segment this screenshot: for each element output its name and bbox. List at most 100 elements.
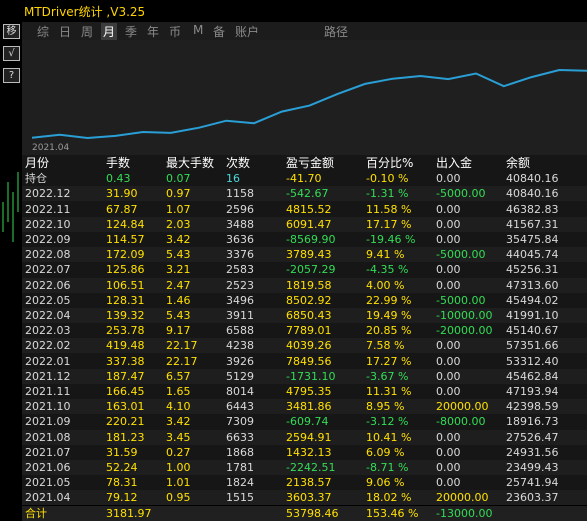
cell-col2: 5.43 (166, 248, 191, 262)
cell-col6: -5000.00 (436, 187, 486, 201)
cell-col2: 22.17 (166, 354, 198, 368)
cell-col4: 1819.58 (286, 278, 332, 292)
monthly-stats-table: 月份 手数 最大手数 次数 盈亏金额 百分比% 出入金 余额 持仓 0.43 0.07 16 -41.7… (22, 155, 587, 521)
cell-col5: 4.00 % (366, 278, 405, 292)
tab-m[interactable]: M (193, 23, 203, 37)
cell-col5: -4.35 % (366, 263, 409, 277)
cell-col2: 6.57 (166, 369, 191, 383)
cell-col5: 7.58 % (366, 339, 405, 353)
cell-col0: 2022.07 (25, 263, 71, 277)
cell-col5: -0.10 % (366, 172, 409, 186)
tab-year[interactable]: 年 (147, 23, 159, 40)
cell-col3: 5129 (226, 369, 254, 383)
cell-col2: 3.21 (166, 263, 191, 277)
tab-quarter[interactable]: 季 (125, 23, 137, 40)
cell-col1: 114.57 (106, 233, 145, 246)
check-button[interactable]: √ (3, 46, 20, 61)
cell-col1: 187.47 (106, 369, 145, 383)
cell-col7: 35475.84 (506, 233, 559, 246)
cell-col1: 手数 (106, 156, 131, 170)
cell-col7: 45256.31 (506, 263, 559, 277)
left-toolbar: 移 √ ? (0, 22, 22, 499)
cell-col6: 0.00 (436, 217, 461, 231)
cell-col3: 2523 (226, 278, 254, 292)
cell-col1: 31.90 (106, 187, 138, 201)
cell-col5: 11.58 % (366, 202, 412, 216)
period-tabs: 综 日 周 月 季 年 币 M 备 账户 路径 (22, 22, 587, 40)
cell-col1: 128.31 (106, 293, 145, 307)
cell-col0: 2022.09 (25, 233, 71, 246)
help-button[interactable]: ? (3, 68, 20, 83)
cell-col7: 40840.16 (506, 172, 559, 186)
cell-col1: 3181.97 (106, 506, 152, 520)
table-row: 2022.06 106.51 2.47 2523 1819.58 4.00 % 0.00 47… (22, 277, 587, 293)
cell-col4: 8502.92 (286, 293, 332, 307)
table-row: 2021.04 79.12 0.95 1515 3603.37 18.02 % 20000.… (22, 490, 587, 506)
cell-col4: 3481.86 (286, 400, 332, 414)
cell-col6: 0.00 (436, 278, 461, 292)
cell-col1: 163.01 (106, 400, 145, 414)
cell-col3: 16 (226, 172, 240, 186)
cell-col2: 1.07 (166, 202, 191, 216)
cell-col5: 百分比% (366, 156, 414, 170)
cell-col7: 27526.47 (506, 430, 559, 444)
cell-col6: 0.00 (436, 263, 461, 277)
cell-col3: 3376 (226, 248, 254, 262)
cell-col7: 45462.84 (506, 369, 559, 383)
total-row: 合计 3181.97 53798.46 153.46 % -13000.00 (22, 505, 587, 521)
table-row: 2021.08 181.23 3.45 6633 2594.91 10.41 % 0.00 2… (22, 429, 587, 445)
cell-col4: -1731.10 (286, 369, 336, 383)
cell-col0: 2021.08 (25, 430, 71, 444)
window-title: MTDriver统计 ,V3.25 (24, 5, 146, 19)
cell-col1: 337.38 (106, 354, 145, 368)
table-row: 2021.06 52.24 1.00 1781 -2242.51 -8.71 % 0.00 2… (22, 460, 587, 475)
tab-notes[interactable]: 备 (213, 23, 225, 40)
cell-col5: -19.46 % (366, 233, 416, 246)
title-bar: MTDriver统计 ,V3.25 (0, 0, 587, 22)
cell-col1: 172.09 (106, 248, 145, 262)
tab-path[interactable]: 路径 (324, 23, 348, 40)
balance-chart: 2021.04 (22, 40, 587, 155)
cell-col0: 2021.12 (25, 369, 71, 383)
tab-week[interactable]: 周 (81, 23, 93, 40)
table-row: 2022.05 128.31 1.46 3496 8502.92 22.99 % -5000… (22, 293, 587, 308)
cell-col4: 2138.57 (286, 476, 332, 490)
cell-col1: 419.48 (106, 339, 145, 353)
cell-col5: 10.41 % (366, 430, 412, 444)
cell-col4: -8569.90 (286, 233, 336, 246)
tab-day[interactable]: 日 (59, 23, 71, 40)
cell-col4: -41.70 (286, 172, 322, 186)
cell-col3: 3496 (226, 293, 254, 307)
cell-col0: 2021.11 (25, 385, 71, 398)
cell-col3: 4238 (226, 339, 254, 353)
cell-col4: 7849.56 (286, 354, 332, 368)
cell-col6: 0.00 (436, 233, 461, 246)
move-button[interactable]: 移 (3, 24, 20, 39)
cell-col3: 6443 (226, 400, 254, 414)
tab-month[interactable]: 月 (101, 23, 118, 40)
cell-col1: 31.59 (106, 445, 138, 459)
table-row: 2022.11 67.87 1.07 2596 4815.52 11.58 % 0.00 46… (22, 202, 587, 217)
cell-col3: 1824 (226, 476, 254, 490)
cell-col2: 2.47 (166, 278, 191, 292)
cell-col0: 2021.10 (25, 400, 71, 414)
cell-col2: 0.95 (166, 491, 191, 505)
table-row: 2022.08 172.09 5.43 3376 3789.43 9.41 % -5000.… (22, 247, 587, 263)
tab-account[interactable]: 账户 (235, 23, 259, 40)
cell-col4: 6850.43 (286, 309, 332, 322)
cell-col0: 2022.05 (25, 293, 71, 307)
cell-col7: 45494.02 (506, 293, 559, 307)
cell-col2: 0.27 (166, 445, 191, 459)
table-row: 2021.07 31.59 0.27 1868 1432.13 6.09 % 0.00 249… (22, 445, 587, 460)
cell-col1: 253.78 (106, 324, 145, 338)
cell-col5: 19.49 % (366, 309, 412, 322)
cell-col2: 1.46 (166, 293, 191, 307)
cell-col7: 42398.59 (506, 400, 559, 414)
cell-col0: 2021.05 (25, 476, 71, 490)
cell-col1: 139.32 (106, 309, 145, 322)
cell-col7: 23603.37 (506, 491, 559, 505)
cell-col4: 4039.26 (286, 339, 332, 353)
tab-overview[interactable]: 综 (37, 23, 49, 40)
cell-col0: 2022.12 (25, 187, 71, 201)
tab-currency[interactable]: 币 (169, 23, 181, 40)
